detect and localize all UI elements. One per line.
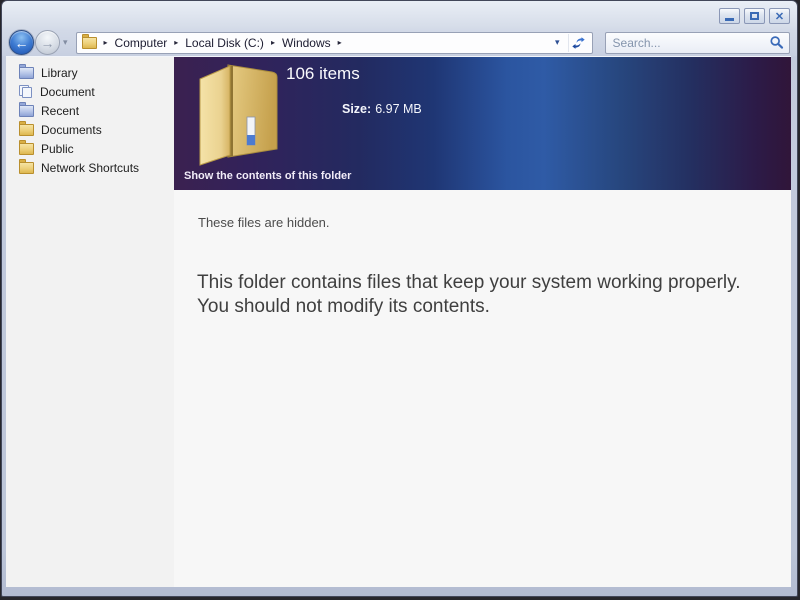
explorer-window: ✕ ← → ▾ ▸ Computer ▸ Local Disk (C:) ▸ W… [1, 0, 798, 597]
folder-blue-icon [19, 64, 34, 79]
refresh-icon [571, 36, 585, 49]
sidebar-item-library[interactable]: Library [6, 63, 174, 82]
search-icon[interactable] [769, 35, 784, 50]
title-bar: ✕ [2, 1, 797, 29]
breadcrumb-separator-icon: ▸ [103, 38, 108, 47]
minimize-button[interactable] [719, 8, 740, 24]
sidebar-item-document[interactable]: Document [6, 82, 174, 101]
forward-arrow-icon: → [40, 34, 55, 51]
sidebar-item-label: Public [41, 141, 74, 156]
system-folder-warning: This folder contains files that keep you… [197, 272, 741, 317]
show-contents-label: Show the contents of this folder [184, 170, 352, 182]
navigation-toolbar: ← → ▾ ▸ Computer ▸ Local Disk (C:) ▸ Win… [2, 29, 797, 56]
sidebar-item-label: Recent [41, 103, 80, 118]
breadcrumb-separator-icon: ▸ [174, 38, 179, 47]
folder-content-pane: 106 items Size: 6.97 MB Show the contents… [174, 57, 791, 587]
sidebar-item-recent[interactable]: Recent [6, 101, 174, 120]
folder-size: Size: 6.97 MB [342, 102, 422, 116]
history-dropdown-button[interactable]: ▾ [60, 37, 72, 48]
sidebar-item-label: Library [41, 65, 78, 80]
breadcrumb-item-local-disk[interactable]: Local Disk (C:) [185, 36, 264, 50]
search-box [604, 31, 790, 54]
sidebar-item-label: Document [40, 84, 95, 99]
folder-yellow-icon [19, 121, 34, 136]
sidebar-item-network-shortcuts[interactable]: Network Shortcuts [6, 158, 174, 177]
open-folder-icon [199, 64, 278, 166]
hidden-files-notice: These files are hidden. [198, 215, 330, 230]
main-area: Library Document Recent Documents Public… [6, 56, 791, 587]
back-button[interactable]: ← [9, 30, 34, 55]
back-arrow-icon: ← [14, 34, 29, 51]
breadcrumb-item-windows[interactable]: Windows [282, 36, 331, 50]
folder-yellow-icon [19, 140, 34, 155]
maximize-icon [750, 12, 759, 20]
sidebar-item-documents[interactable]: Documents [6, 120, 174, 139]
folder-details-header: 106 items Size: 6.97 MB Show the contents… [174, 57, 791, 190]
current-folder-icon [81, 34, 97, 49]
maximize-button[interactable] [744, 8, 765, 24]
window-controls: ✕ [719, 8, 790, 24]
close-icon: ✕ [774, 10, 785, 23]
documents-stack-icon [19, 85, 33, 98]
address-dropdown-button[interactable]: ▾ [547, 37, 568, 48]
breadcrumb-item-computer[interactable]: Computer [115, 36, 168, 50]
folder-yellow-icon [19, 159, 34, 174]
sidebar-item-public[interactable]: Public [6, 139, 174, 158]
folder-size-label: Size: [342, 102, 372, 116]
minimize-icon [725, 18, 734, 21]
folder-blue-icon [19, 102, 34, 117]
forward-button[interactable]: → [35, 30, 60, 55]
search-input[interactable] [612, 35, 769, 50]
navigation-pane: Library Document Recent Documents Public… [6, 57, 174, 587]
address-bar: ▸ Computer ▸ Local Disk (C:) ▸ Windows ▸… [75, 31, 593, 54]
refresh-button[interactable] [567, 33, 588, 52]
sidebar-item-label: Documents [41, 122, 102, 137]
folder-item-count: 106 items [286, 64, 360, 83]
sidebar-item-label: Network Shortcuts [41, 160, 140, 175]
close-button[interactable]: ✕ [769, 8, 790, 24]
breadcrumb-separator-icon: ▸ [337, 38, 342, 47]
folder-size-value: 6.97 MB [375, 102, 422, 116]
breadcrumb-separator-icon: ▸ [270, 38, 275, 47]
